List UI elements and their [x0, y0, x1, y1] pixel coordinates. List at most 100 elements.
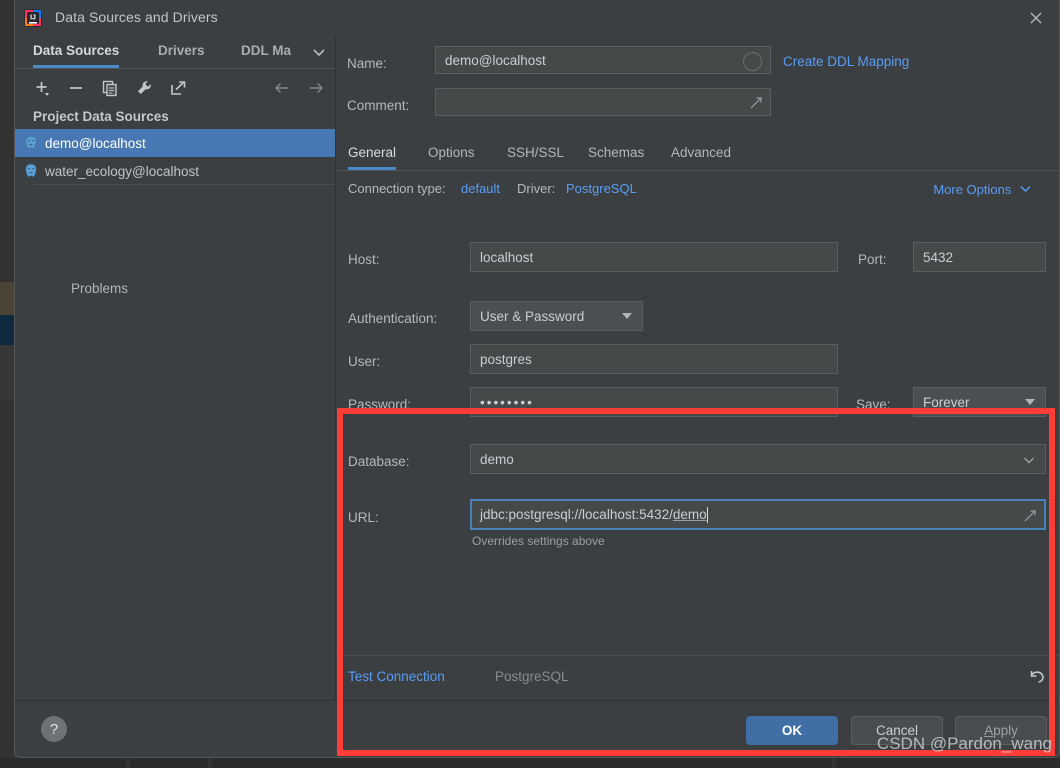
- ok-button-label: OK: [781, 723, 803, 738]
- tab-ddl-mappings-label: DDL Ma: [241, 43, 292, 58]
- port-label: Port:: [858, 252, 887, 267]
- tab-advanced-label: Advanced: [671, 145, 732, 160]
- name-label: Name:: [347, 56, 387, 71]
- password-input[interactable]: ••••••••: [470, 387, 838, 417]
- tab-ssh-ssl-label: SSH/SSL: [507, 145, 565, 160]
- driver-value[interactable]: PostgreSQL: [566, 181, 637, 196]
- sidebar-item-demo-localhost[interactable]: demo@localhost: [15, 129, 335, 157]
- chevron-down-icon[interactable]: [1022, 453, 1036, 467]
- chevron-down-icon[interactable]: [311, 44, 327, 60]
- database-label: Database:: [348, 454, 410, 469]
- test-connection-strip: Test Connection PostgreSQL: [337, 655, 1059, 700]
- sidebar-item-label: water_ecology@localhost: [45, 163, 200, 179]
- save-select[interactable]: Forever: [913, 387, 1046, 417]
- arrow-right-icon[interactable]: [305, 77, 327, 99]
- tab-advanced[interactable]: Advanced: [671, 138, 731, 170]
- comment-input[interactable]: [435, 88, 771, 116]
- database-combobox-value: demo: [480, 451, 514, 467]
- test-connection-button[interactable]: Test Connection: [348, 669, 445, 684]
- authentication-label: Authentication:: [348, 311, 438, 326]
- dialog-footer: ? OK Cancel Apply: [15, 700, 1059, 757]
- left-panel: Data Sources Drivers DDL Ma Project Data…: [15, 36, 336, 700]
- url-input-value-prefix: jdbc:postgresql://localhost:5432/: [480, 507, 673, 522]
- postgresql-icon: [23, 163, 39, 179]
- arrow-left-icon[interactable]: [271, 77, 293, 99]
- port-input-value: 5432: [923, 249, 954, 265]
- help-button[interactable]: ?: [41, 716, 67, 742]
- password-label: Password:: [348, 397, 412, 412]
- save-label: Save:: [856, 397, 891, 412]
- connection-type-value[interactable]: default: [461, 181, 500, 196]
- driver-label: Driver:: [517, 181, 556, 196]
- chevron-down-icon: [1020, 181, 1031, 196]
- tab-general-label: General: [348, 145, 397, 160]
- more-options-button[interactable]: More Options: [933, 181, 1031, 197]
- svg-text:IJ: IJ: [30, 15, 36, 22]
- host-input[interactable]: localhost: [470, 242, 838, 272]
- name-input-value: demo@localhost: [445, 52, 546, 68]
- postgresql-icon: [23, 135, 39, 151]
- dialog-titlebar: IJ Data Sources and Drivers: [15, 0, 1059, 36]
- connection-settings-group: Host: localhost Port: 5432 Authenticatio…: [337, 222, 1055, 756]
- triangle-down-icon: [1025, 399, 1035, 405]
- more-options-label: More Options: [933, 182, 1012, 197]
- ide-left-gutter-bottom: [0, 400, 14, 768]
- tab-options[interactable]: Options: [428, 138, 475, 170]
- divider: [33, 184, 335, 185]
- ide-left-gutter-top: [0, 0, 14, 282]
- section-label: Project Data Sources: [33, 109, 169, 124]
- connection-meta-row: Connection type: default Driver: Postgre…: [337, 178, 1059, 202]
- comment-label: Comment:: [347, 98, 410, 113]
- wrench-icon[interactable]: [133, 77, 155, 99]
- sidebar-item-water-ecology-localhost[interactable]: water_ecology@localhost: [15, 157, 335, 185]
- url-hint: Overrides settings above: [472, 534, 605, 548]
- close-icon[interactable]: [1013, 0, 1059, 36]
- tab-options-label: Options: [428, 145, 475, 160]
- authentication-select[interactable]: User & Password: [470, 301, 643, 331]
- host-label: Host:: [348, 252, 380, 267]
- url-label: URL:: [348, 510, 379, 525]
- color-circle-icon[interactable]: [743, 52, 762, 71]
- ide-status-bar-segment: [0, 758, 126, 768]
- ide-left-gutter-tan: [0, 282, 14, 315]
- tab-data-sources-label: Data Sources: [33, 43, 120, 58]
- tab-drivers[interactable]: Drivers: [158, 36, 205, 68]
- plus-icon[interactable]: [31, 77, 53, 99]
- ide-left-gutter-blue: [0, 315, 14, 345]
- ok-button[interactable]: OK: [746, 716, 838, 745]
- url-input[interactable]: jdbc:postgresql://localhost:5432/demo: [470, 499, 1046, 530]
- tab-ssh-ssl[interactable]: SSH/SSL: [507, 138, 564, 170]
- expand-icon[interactable]: [1023, 509, 1037, 523]
- user-label: User:: [348, 354, 381, 369]
- host-input-value: localhost: [480, 249, 534, 265]
- apply-button-label: pply: [993, 723, 1018, 738]
- window-title: Data Sources and Drivers: [55, 9, 218, 25]
- user-input[interactable]: postgres: [470, 344, 838, 374]
- tab-ddl-mappings[interactable]: DDL Ma: [241, 36, 301, 68]
- revert-arrow-icon[interactable]: [1026, 666, 1048, 688]
- ide-status-bar-segment: [836, 758, 1060, 768]
- data-sources-toolbar: [15, 69, 335, 105]
- intellij-idea-logo-icon: IJ: [23, 8, 43, 28]
- cancel-button[interactable]: Cancel: [851, 716, 943, 745]
- password-input-value: ••••••••: [480, 394, 534, 410]
- port-input[interactable]: 5432: [913, 242, 1046, 272]
- minus-icon[interactable]: [65, 77, 87, 99]
- ide-status-bar-segment: [212, 758, 832, 768]
- tab-schemas[interactable]: Schemas: [588, 138, 644, 170]
- authentication-select-value: User & Password: [480, 308, 585, 324]
- user-input-value: postgres: [480, 351, 532, 367]
- ide-status-bar-segment: [130, 758, 208, 768]
- copy-icon[interactable]: [99, 77, 121, 99]
- share-arrow-icon[interactable]: [167, 77, 189, 99]
- apply-button[interactable]: Apply: [955, 716, 1047, 745]
- problems-label: Problems: [71, 281, 129, 296]
- expand-icon[interactable]: [749, 96, 763, 110]
- tab-general[interactable]: General: [348, 138, 397, 170]
- sidebar-item-label: demo@localhost: [45, 135, 146, 151]
- create-ddl-mapping-link[interactable]: Create DDL Mapping: [783, 54, 909, 69]
- url-input-value-database: demo: [672, 507, 707, 522]
- database-combobox[interactable]: demo: [470, 444, 1046, 474]
- tab-data-sources[interactable]: Data Sources: [33, 36, 120, 68]
- name-input[interactable]: demo@localhost: [435, 46, 771, 74]
